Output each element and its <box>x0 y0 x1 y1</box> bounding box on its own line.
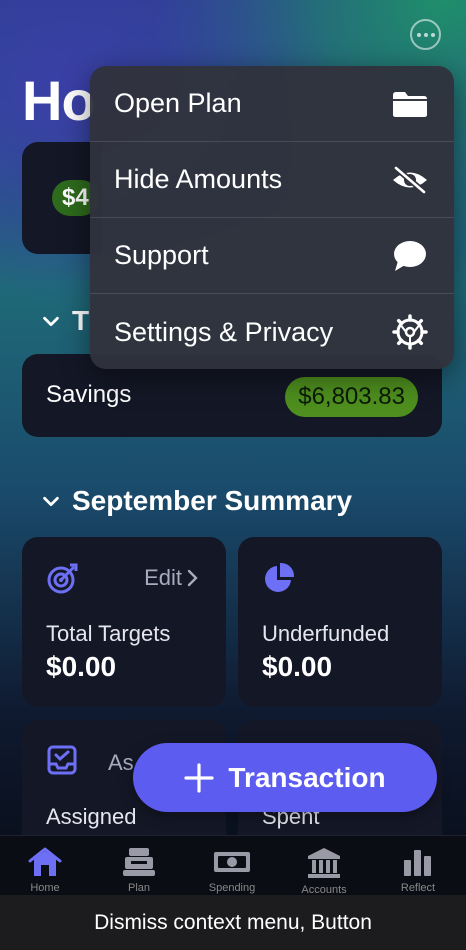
tab-bar: Home Plan Spending Accounts Reflect <box>0 835 466 896</box>
section-title: September Summary <box>72 485 353 516</box>
tile-label: Assigned <box>46 804 137 829</box>
menu-item-label: Settings & Privacy <box>114 316 334 347</box>
eye-slash-icon <box>390 162 430 198</box>
tile-action: As <box>108 750 134 775</box>
register-icon <box>123 848 155 876</box>
chevron-right-icon <box>187 569 198 587</box>
tab-label: Plan <box>127 882 151 894</box>
menu-item-support[interactable]: Support <box>90 218 454 294</box>
house-icon <box>28 847 62 876</box>
menu-item-label: Support <box>114 240 209 270</box>
savings-amount-badge: $6,803.83 <box>285 377 418 417</box>
savings-label: Savings <box>46 381 132 408</box>
target-icon <box>47 563 78 594</box>
context-menu: Open Plan Hide Amounts Support Settings … <box>90 66 454 369</box>
gear-icon <box>390 314 430 350</box>
add-transaction-button[interactable]: Transaction <box>133 743 437 812</box>
page-title: Ho <box>22 69 96 132</box>
tile-label: Underfunded <box>262 621 390 646</box>
menu-item-hide-amounts[interactable]: Hide Amounts <box>90 142 454 218</box>
section-title: T <box>72 305 90 336</box>
bar-chart-icon <box>404 850 431 876</box>
menu-item-label: Hide Amounts <box>114 164 283 194</box>
folder-icon <box>390 86 430 122</box>
tab-home[interactable]: Home <box>20 846 70 894</box>
tile-value: $0.00 <box>262 651 333 682</box>
tile-value: $0.00 <box>46 651 117 682</box>
tab-reflect[interactable]: Reflect <box>393 846 443 894</box>
plus-icon <box>184 762 215 793</box>
tab-label: Spending <box>208 882 256 894</box>
menu-item-label: Open Plan <box>114 88 242 118</box>
chevron-down-icon <box>43 496 59 507</box>
accessibility-tooltip[interactable]: Dismiss context menu, Button <box>0 895 466 950</box>
more-options-button[interactable] <box>410 19 441 50</box>
pie-chart-icon <box>265 562 295 592</box>
tab-label: Reflect <box>400 882 436 894</box>
edit-label: Edit <box>144 565 182 590</box>
bank-icon <box>308 848 340 878</box>
summary-section-header[interactable]: September Summary <box>40 485 352 517</box>
targets-section-header[interactable]: T <box>40 305 89 337</box>
chat-bubble-icon <box>390 238 430 274</box>
menu-item-open-plan[interactable]: Open Plan <box>90 66 454 142</box>
banknote-icon <box>214 852 250 872</box>
tab-plan[interactable]: Plan <box>114 846 164 894</box>
tray-check-icon <box>47 745 77 775</box>
ellipsis-dot <box>430 32 435 37</box>
tile-label: Total Targets <box>46 621 171 646</box>
ellipsis-dot <box>416 32 421 37</box>
ellipsis-dot <box>423 32 428 37</box>
fab-label: Transaction <box>228 761 386 793</box>
edit-targets-link[interactable]: Edit <box>144 565 198 591</box>
underfunded-tile[interactable]: Underfunded $0.00 <box>238 537 442 707</box>
menu-item-settings-privacy[interactable]: Settings & Privacy <box>90 294 454 369</box>
tab-spending[interactable]: Spending <box>207 846 257 894</box>
tab-accounts[interactable]: Accounts <box>299 846 349 896</box>
total-targets-tile[interactable]: Edit Total Targets $0.00 <box>22 537 226 707</box>
chevron-down-icon <box>43 316 59 327</box>
tab-label: Home <box>30 882 60 894</box>
